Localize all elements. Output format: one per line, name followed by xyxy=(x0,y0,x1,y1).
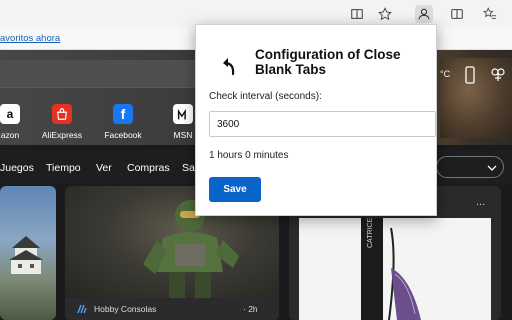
amazon-icon: a xyxy=(0,104,20,124)
news-card-castle[interactable] xyxy=(0,186,56,320)
hobby-consolas-logo-icon xyxy=(77,304,87,314)
svg-text:CATRICE: CATRICE xyxy=(367,218,374,248)
feed-filter-dropdown[interactable] xyxy=(436,156,504,178)
card-footer: Hobby Consolas · 2h xyxy=(65,298,279,320)
shortcut-label: Facebook xyxy=(104,130,142,140)
castle-image xyxy=(9,236,43,274)
aliexpress-icon xyxy=(52,104,72,124)
facebook-icon: f xyxy=(113,104,133,124)
save-button[interactable]: Save xyxy=(209,177,261,202)
card-more-options[interactable]: ... xyxy=(476,196,485,208)
weather-temperature: °C xyxy=(440,69,451,79)
nav-item-tiempo[interactable]: Tiempo xyxy=(46,162,81,174)
nav-item-ver[interactable]: Ver xyxy=(96,162,112,174)
product-image-panel: CATRICE xyxy=(299,218,491,320)
mascara-product-image: CATRICE xyxy=(361,218,421,320)
undo-arrow-icon xyxy=(223,58,235,76)
split-screen-icon[interactable] xyxy=(448,5,466,23)
shortcut-facebook[interactable]: f Facebook xyxy=(95,104,151,140)
shortcut-label: AliExpress xyxy=(41,130,83,140)
interval-input[interactable] xyxy=(209,111,436,137)
chevron-down-icon xyxy=(487,165,497,171)
nav-item-sa[interactable]: Sa xyxy=(182,162,195,174)
source-name[interactable]: Hobby Consolas xyxy=(94,304,156,314)
extension-popup: Configuration of Close Blank Tabs Check … xyxy=(195,24,437,216)
shortcut-aliexpress[interactable]: AliExpress xyxy=(34,104,90,140)
search-bar-area[interactable] xyxy=(0,60,200,88)
nav-item-compras[interactable]: Compras xyxy=(127,162,170,174)
favorites-link[interactable]: avoritos ahora xyxy=(0,33,60,44)
mobile-icon[interactable] xyxy=(462,66,478,84)
publish-time: · 2h xyxy=(243,304,258,314)
profile-icon[interactable] xyxy=(415,5,433,23)
interval-duration-text: 1 hours 0 minutes xyxy=(209,150,289,161)
favorite-star-icon[interactable] xyxy=(376,5,394,23)
nav-item-juegos[interactable]: Juegos xyxy=(0,162,34,174)
interval-label: Check interval (seconds): xyxy=(209,91,322,102)
shortcut-amazon[interactable]: a azon xyxy=(0,104,38,140)
popup-title: Configuration of Close Blank Tabs xyxy=(255,47,401,77)
msn-icon xyxy=(173,104,193,124)
shortcut-label: azon xyxy=(0,130,20,140)
reading-view-icon[interactable] xyxy=(348,5,366,23)
rewards-icon[interactable] xyxy=(490,66,506,84)
favorites-list-icon[interactable] xyxy=(481,5,499,23)
